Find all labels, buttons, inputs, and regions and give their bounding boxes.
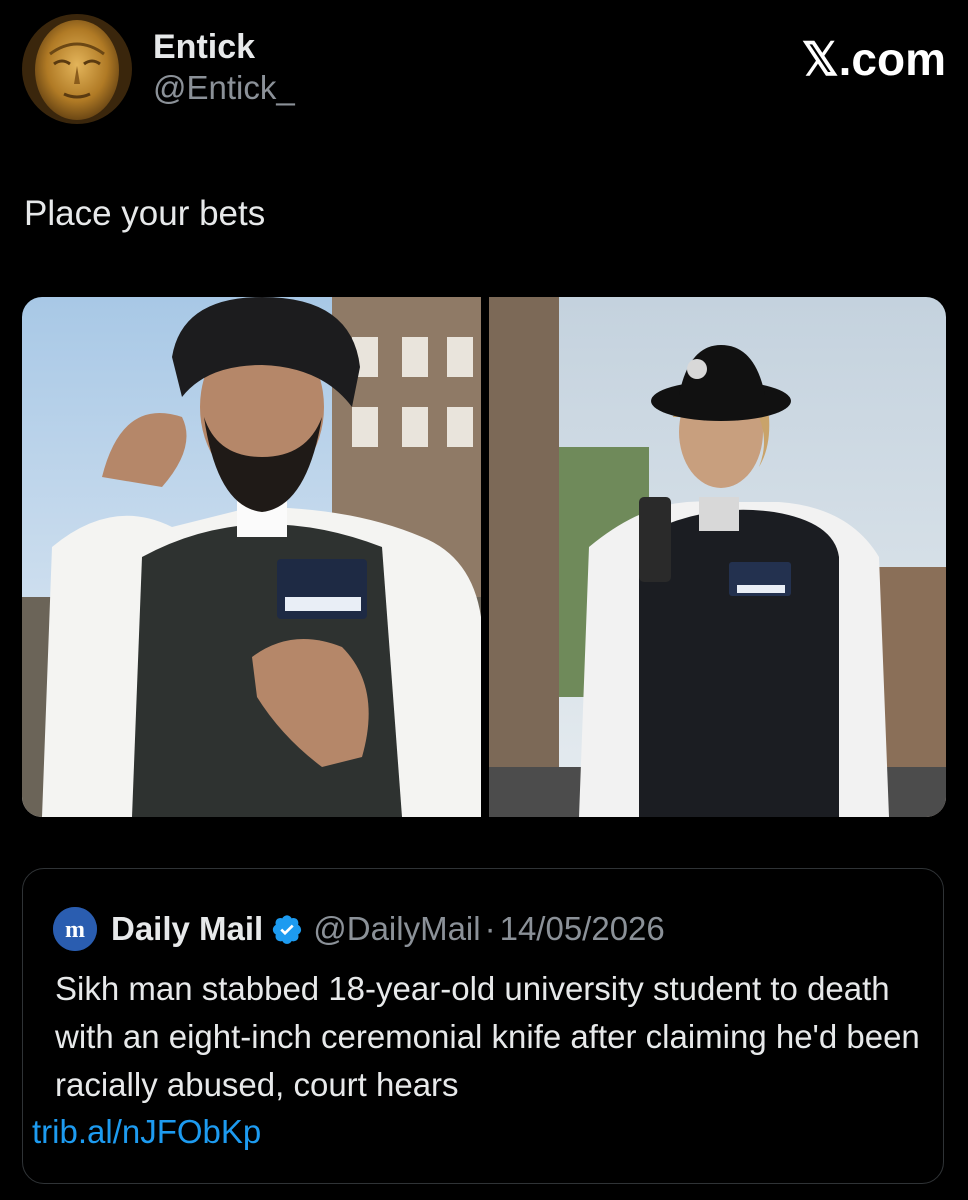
quote-avatar[interactable]: m — [53, 907, 97, 951]
quote-text: Sikh man stabbed 18-year-old university … — [55, 970, 920, 1103]
verified-badge-icon — [271, 913, 303, 945]
photo-left[interactable] — [22, 297, 481, 817]
quote-link[interactable]: trib.al/nJFObKp — [32, 1108, 261, 1156]
quote-header: m Daily Mail @DailyMail · 14/05/2026 — [53, 907, 665, 951]
author-names: Entick @Entick_ — [153, 30, 295, 105]
police-officer-hat-image-icon — [489, 297, 946, 817]
quote-separator: · — [484, 910, 496, 947]
avatar[interactable] — [22, 14, 132, 124]
quote-date[interactable]: 14/05/2026 — [500, 910, 665, 948]
gold-mask-avatar-icon — [22, 14, 132, 124]
daily-mail-logo-icon: m — [53, 907, 97, 951]
police-officer-turban-image-icon — [22, 297, 481, 817]
quote-handle[interactable]: @DailyMail — [313, 910, 480, 948]
photo-right[interactable] — [489, 297, 946, 817]
author-handle[interactable]: @Entick_ — [153, 71, 295, 105]
svg-text:m: m — [65, 917, 85, 943]
media-grid — [22, 297, 946, 817]
quote-author-name[interactable]: Daily Mail — [111, 910, 263, 948]
tweet-header: Entick @Entick_ 𝕏.com — [22, 14, 946, 126]
author-display-name[interactable]: Entick — [153, 30, 295, 64]
x-com-badge[interactable]: 𝕏.com — [802, 36, 946, 82]
tweet-text: Place your bets — [24, 194, 266, 233]
